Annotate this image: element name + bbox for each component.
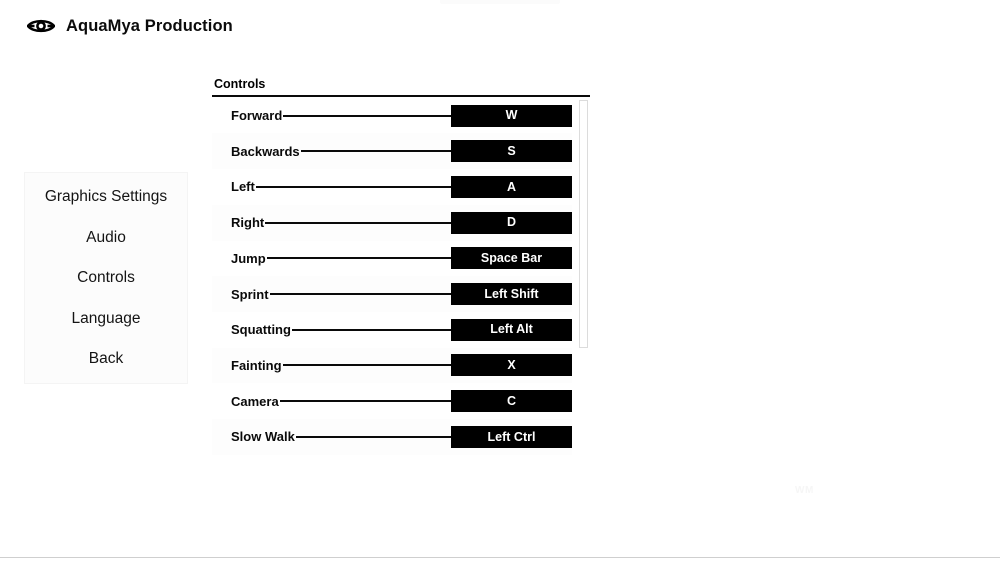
key-binding-button[interactable]: C bbox=[451, 390, 572, 413]
control-row: Fainting X bbox=[212, 347, 572, 384]
connector-line bbox=[282, 364, 451, 367]
vertical-scrollbar[interactable] bbox=[578, 97, 590, 456]
control-row: Squatting Left Alt bbox=[212, 312, 572, 348]
sidebar-item-language[interactable]: Language bbox=[25, 306, 187, 332]
sidebar-item-controls[interactable]: Controls bbox=[25, 265, 187, 291]
connector-line bbox=[255, 185, 451, 188]
control-action-label: Jump bbox=[231, 250, 266, 266]
key-binding-button[interactable]: Space Bar bbox=[451, 247, 572, 270]
control-row: Backwards S bbox=[212, 133, 572, 170]
key-binding-button[interactable]: Left Shift bbox=[451, 283, 572, 306]
panel-title: Controls bbox=[214, 77, 266, 91]
connector-line bbox=[283, 114, 451, 117]
control-row: Forward W bbox=[212, 98, 572, 134]
control-action-label: Camera bbox=[231, 393, 279, 409]
control-row: Jump Space Bar bbox=[212, 241, 572, 277]
connector-line bbox=[291, 328, 451, 331]
connector-line bbox=[279, 400, 451, 403]
sidebar-item-audio[interactable]: Audio bbox=[25, 225, 187, 251]
control-action-label: Squatting bbox=[231, 322, 291, 338]
control-row: Sprint Left Shift bbox=[212, 276, 572, 312]
app-header: AquaMya Production bbox=[0, 0, 1000, 52]
app-title: AquaMya Production bbox=[66, 16, 233, 35]
connector-line bbox=[295, 435, 451, 438]
control-action-label: Left bbox=[231, 179, 255, 195]
control-action-label: Sprint bbox=[231, 286, 269, 302]
sidebar-item-back[interactable]: Back bbox=[25, 346, 187, 372]
control-action-label: Backwards bbox=[231, 143, 300, 159]
control-row: Camera C bbox=[212, 383, 572, 419]
connector-line bbox=[269, 293, 451, 296]
settings-sidebar: Graphics Settings Audio Controls Languag… bbox=[24, 172, 188, 384]
connector-line bbox=[266, 257, 451, 260]
control-row: Left A bbox=[212, 169, 572, 205]
key-binding-button[interactable]: S bbox=[451, 140, 572, 163]
connector-line bbox=[265, 221, 451, 224]
controls-panel: Controls Forward W Backwards S Left A Ri… bbox=[212, 77, 590, 456]
watermark-text: WM bbox=[795, 485, 814, 496]
bottom-divider bbox=[0, 557, 1000, 558]
controls-list-container: Forward W Backwards S Left A Right D Jum bbox=[212, 97, 590, 456]
control-action-label: Fainting bbox=[231, 357, 282, 373]
eye-icon bbox=[26, 13, 56, 39]
vertical-scrollbar-thumb[interactable] bbox=[579, 99, 588, 348]
panel-title-divider bbox=[212, 94, 590, 97]
sidebar-item-graphics-settings[interactable]: Graphics Settings bbox=[25, 184, 187, 210]
control-action-label: Right bbox=[231, 215, 265, 231]
control-row: Slow Walk Left Ctrl bbox=[212, 418, 572, 455]
control-action-label: Slow Walk bbox=[231, 429, 295, 445]
key-binding-button[interactable]: A bbox=[451, 175, 572, 198]
key-binding-button[interactable]: Left Alt bbox=[451, 318, 572, 341]
control-row: Right D bbox=[212, 204, 572, 241]
control-action-label: Forward bbox=[231, 108, 283, 124]
key-binding-button[interactable]: W bbox=[451, 104, 572, 127]
key-binding-button[interactable]: D bbox=[451, 211, 572, 234]
key-binding-button[interactable]: X bbox=[451, 354, 572, 377]
controls-list: Forward W Backwards S Left A Right D Jum bbox=[212, 98, 572, 456]
connector-line bbox=[300, 150, 451, 153]
key-binding-button[interactable]: Left Ctrl bbox=[451, 425, 572, 448]
